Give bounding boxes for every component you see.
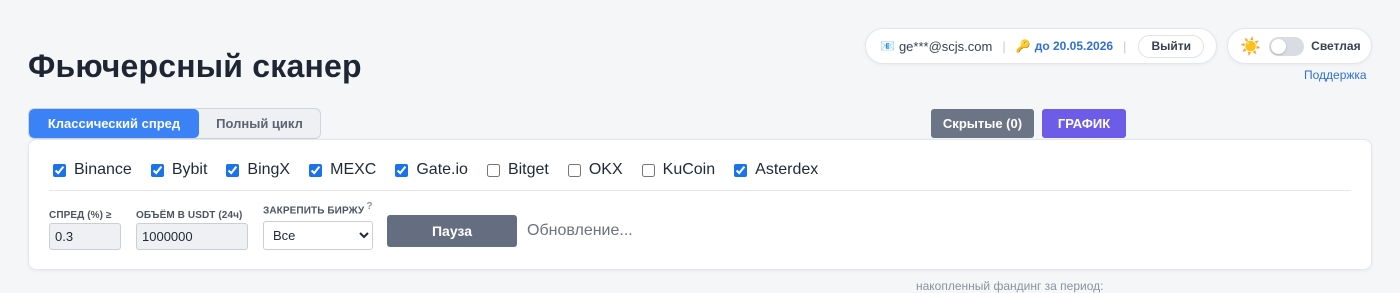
user-email: ge***@scjs.com bbox=[898, 38, 993, 54]
exchange-checkbox[interactable] bbox=[53, 163, 66, 177]
pin-exchange-label-text: ЗАКРЕПИТЬ БИРЖУ bbox=[263, 205, 365, 217]
toggle-knob bbox=[1271, 38, 1287, 54]
exchange-checkbox[interactable] bbox=[226, 163, 240, 177]
spread-label: СПРЕД (%) ≥ bbox=[49, 210, 112, 221]
funding-period-note: накопленный фандинг за период: bbox=[916, 279, 1104, 293]
exchange-label: BingX bbox=[247, 161, 291, 178]
exchange-gateio[interactable]: Gate.io bbox=[395, 161, 468, 179]
theme-toggle[interactable] bbox=[1269, 36, 1305, 56]
exchange-checkbox[interactable] bbox=[150, 163, 164, 177]
tab-classic-spread[interactable]: Классический спред bbox=[29, 109, 199, 138]
exchange-bybit[interactable]: Bybit bbox=[150, 161, 208, 179]
mode-tabs: Классический спред Полный цикл bbox=[28, 108, 321, 139]
exchange-okx[interactable]: OKX bbox=[567, 161, 623, 179]
separator: | bbox=[1002, 38, 1006, 54]
page-title: Фьючерсный сканер bbox=[28, 48, 362, 84]
pin-exchange-label: ЗАКРЕПИТЬ БИРЖУ? bbox=[263, 201, 373, 216]
exchange-label: Asterdex bbox=[755, 161, 819, 178]
subscription-expiry: до 20.05.2026 bbox=[1034, 39, 1114, 53]
exchange-label: Bybit bbox=[171, 161, 208, 178]
theme-switcher: ☀️ Светлая bbox=[1227, 28, 1372, 64]
mail-icon: 📧 bbox=[880, 39, 895, 53]
theme-label: Светлая bbox=[1311, 39, 1361, 53]
exchange-checkbox[interactable] bbox=[734, 163, 748, 177]
exchange-label: OKX bbox=[588, 161, 623, 178]
exchange-mexc[interactable]: MEXC bbox=[309, 161, 376, 179]
exchange-checkbox[interactable] bbox=[567, 163, 581, 177]
exchange-kucoin[interactable]: KuCoin bbox=[641, 161, 716, 179]
exchange-asterdex[interactable]: Asterdex bbox=[734, 161, 818, 179]
user-info-pill: 📧 ge***@scjs.com | 🔑 до 20.05.2026 | Вый… bbox=[865, 28, 1217, 64]
exchange-label: Bitget bbox=[507, 161, 549, 178]
logout-button[interactable]: Выйти bbox=[1138, 34, 1204, 58]
exchange-bingx[interactable]: BingX bbox=[226, 161, 290, 179]
exchange-filter-list: Binance Bybit BingX MEXC Gate.io Bitget … bbox=[53, 161, 837, 179]
exchange-checkbox[interactable] bbox=[486, 163, 500, 177]
spread-input[interactable] bbox=[49, 223, 121, 250]
exchange-label: KuCoin bbox=[662, 161, 716, 178]
exchange-binance[interactable]: Binance bbox=[53, 161, 132, 179]
exchange-checkbox[interactable] bbox=[309, 163, 323, 177]
hidden-items-button[interactable]: Скрытые (0) bbox=[931, 109, 1034, 138]
chart-button[interactable]: ГРАФИК bbox=[1042, 109, 1126, 138]
sun-icon: ☀️ bbox=[1240, 36, 1262, 56]
scanner-settings-card: Binance Bybit BingX MEXC Gate.io Bitget … bbox=[28, 139, 1372, 270]
tab-full-cycle[interactable]: Полный цикл bbox=[199, 109, 320, 138]
update-status: Обновление... bbox=[527, 222, 633, 239]
exchange-label: Binance bbox=[74, 161, 132, 178]
exchange-checkbox[interactable] bbox=[395, 163, 409, 177]
exchange-label: MEXC bbox=[330, 161, 377, 178]
key-icon: 🔑 bbox=[1015, 39, 1031, 53]
exchange-bitget[interactable]: Bitget bbox=[486, 161, 549, 179]
volume-label: ОБЪЁМ В USDT (24ч) bbox=[136, 210, 243, 221]
exchange-checkbox[interactable] bbox=[641, 163, 655, 177]
exchange-label: Gate.io bbox=[416, 161, 468, 178]
support-link[interactable]: Поддержка bbox=[1304, 68, 1367, 82]
volume-input[interactable] bbox=[136, 223, 248, 250]
separator: | bbox=[1123, 38, 1127, 54]
pin-exchange-select[interactable]: Все bbox=[263, 221, 373, 250]
pause-button[interactable]: Пауза bbox=[387, 215, 517, 247]
help-icon[interactable]: ? bbox=[366, 201, 372, 212]
divider bbox=[49, 190, 1351, 191]
